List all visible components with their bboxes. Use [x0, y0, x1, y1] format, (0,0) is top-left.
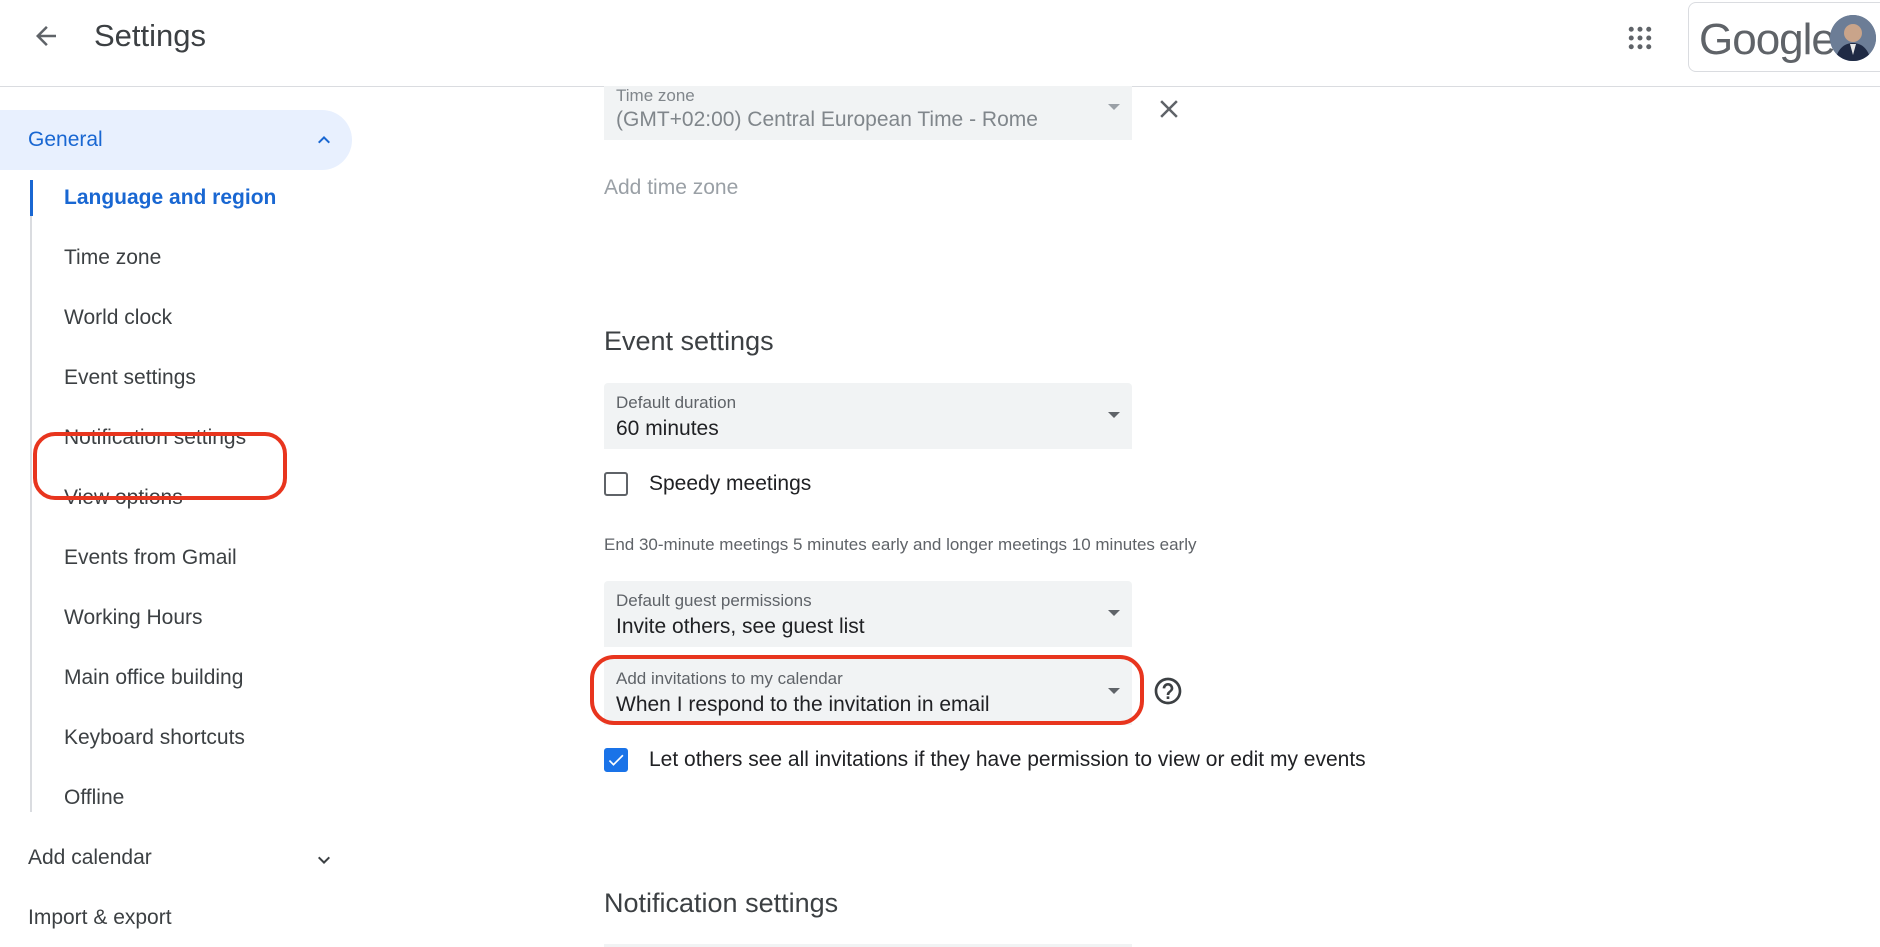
sidebar-item-language-and-region[interactable]: Language and region: [64, 186, 276, 210]
close-icon[interactable]: [1154, 94, 1184, 124]
sidebar-item-import-export[interactable]: Import & export: [28, 906, 172, 930]
default-duration-select[interactable]: Default duration 60 minutes: [604, 383, 1132, 449]
account-button[interactable]: Google: [1688, 2, 1880, 72]
field-value: Invite others, see guest list: [616, 615, 865, 638]
sidebar-item-offline[interactable]: Offline: [64, 786, 124, 810]
let-others-see-invitations-checkbox[interactable]: [604, 748, 628, 772]
google-logo: Google: [1699, 15, 1836, 64]
page-title: Settings: [94, 18, 207, 53]
sidebar-item-working-hours[interactable]: Working Hours: [64, 606, 203, 630]
help-icon[interactable]: [1152, 675, 1184, 707]
annotation-highlight-add-invitations: [590, 655, 1144, 725]
event-settings-heading: Event settings: [604, 326, 774, 356]
sidebar-item-label: General: [28, 128, 103, 151]
speedy-meetings-helper-text: End 30-minute meetings 5 minutes early a…: [604, 535, 1197, 554]
google-apps-button[interactable]: [1618, 16, 1662, 60]
guest-permissions-select[interactable]: Default guest permissions Invite others,…: [604, 581, 1132, 647]
sidebar-item-event-settings[interactable]: Event settings: [64, 366, 196, 390]
let-others-see-invitations-label: Let others see all invitations if they h…: [649, 748, 1366, 771]
user-photo-icon: [1830, 15, 1876, 61]
add-time-zone-button[interactable]: Add time zone: [604, 176, 738, 200]
sidebar-item-keyboard-shortcuts[interactable]: Keyboard shortcuts: [64, 726, 245, 750]
field-value: 60 minutes: [616, 417, 719, 440]
sidebar-item-world-clock[interactable]: World clock: [64, 306, 172, 330]
check-icon: [608, 754, 624, 766]
sidebar-item-label: Add calendar: [28, 846, 152, 869]
notification-settings-heading: Notification settings: [604, 888, 839, 918]
settings-sidebar: General Language and region Time zone Wo…: [0, 86, 380, 947]
dropdown-arrow-icon: [1108, 610, 1120, 616]
sidebar-item-general[interactable]: General: [0, 110, 352, 170]
back-button[interactable]: [24, 14, 68, 58]
time-zone-select[interactable]: Time zone (GMT+02:00) Central European T…: [604, 86, 1132, 140]
sidebar-item-time-zone[interactable]: Time zone: [64, 246, 161, 270]
field-label: Time zone: [616, 86, 695, 105]
settings-content: Time zone (GMT+02:00) Central European T…: [380, 86, 1880, 947]
field-value: (GMT+02:00) Central European Time - Rome: [616, 108, 1038, 131]
dropdown-arrow-icon: [1108, 104, 1120, 110]
speedy-meetings-checkbox[interactable]: [604, 472, 628, 496]
avatar[interactable]: [1830, 15, 1876, 61]
subnav-track: [30, 180, 32, 812]
annotation-highlight-event-settings: [33, 432, 287, 500]
chevron-up-icon: [318, 136, 330, 144]
speedy-meetings-label: Speedy meetings: [649, 472, 812, 495]
top-app-bar: Settings Google: [0, 0, 1880, 87]
field-label: Default duration: [616, 393, 737, 412]
apps-grid-icon: [1628, 26, 1652, 50]
arrow-back-icon: [36, 26, 56, 46]
sidebar-item-main-office-building[interactable]: Main office building: [64, 666, 243, 690]
field-label: Default guest permissions: [616, 591, 812, 610]
sidebar-item-add-calendar[interactable]: Add calendar: [28, 846, 152, 870]
dropdown-arrow-icon: [1108, 412, 1120, 418]
chevron-down-icon[interactable]: [312, 848, 336, 872]
sidebar-item-events-from-gmail[interactable]: Events from Gmail: [64, 546, 237, 570]
active-indicator: [30, 180, 33, 216]
